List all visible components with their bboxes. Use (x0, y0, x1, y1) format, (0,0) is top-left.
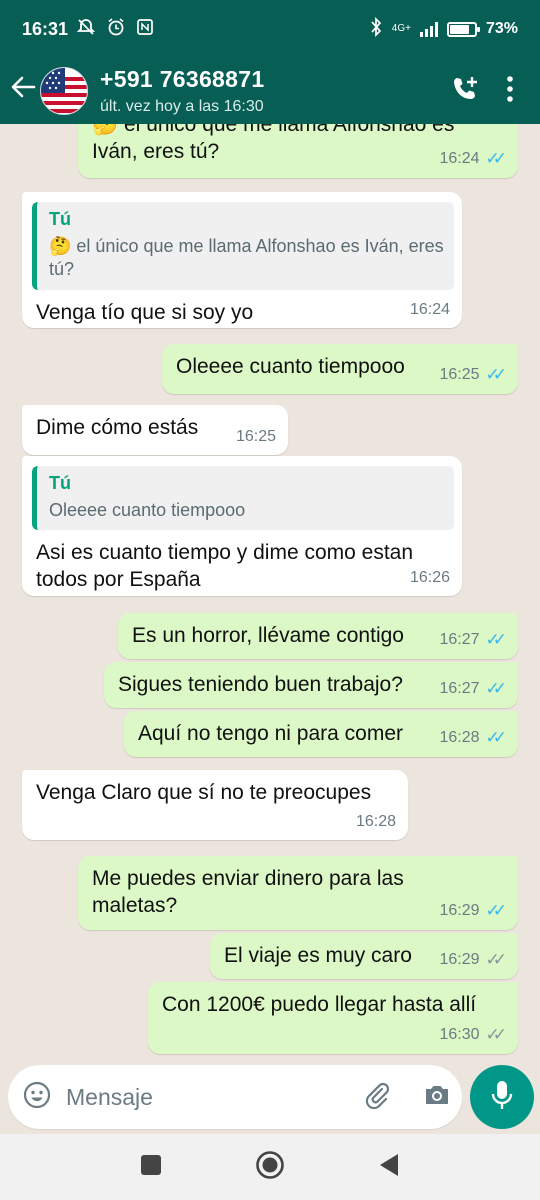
message-text: Asi es cuanto tiempo y dime como estan t… (36, 541, 414, 592)
message-time: 16:26 (409, 568, 450, 586)
message-bubble-in[interactable]: Dime cómo estás 16:25 (22, 405, 288, 455)
contact-name: +591 76368871 (100, 66, 265, 92)
message-bubble-out[interactable]: Aquí no tengo ni para comer 16:28 ✓✓ (124, 711, 518, 757)
delivered-ticks-icon: ✓✓ (485, 950, 507, 970)
status-time: 16:31 (22, 18, 69, 39)
quote-author: Tú (49, 473, 71, 493)
quoted-message[interactable]: Tú Oleeee cuanto tiempooo (32, 466, 454, 531)
quote-text: Oleeee cuanto tiempooo (49, 500, 246, 521)
read-ticks-icon: ✓✓ (485, 630, 507, 650)
bluetooth-icon (369, 16, 383, 42)
home-button[interactable] (255, 1150, 285, 1185)
last-seen: últ. vez hoy a las 16:30 (100, 98, 264, 115)
silent-icon (76, 17, 96, 42)
read-ticks-icon: ✓✓ (485, 149, 507, 169)
read-ticks-icon: ✓✓ (485, 901, 507, 921)
nfc-icon (136, 18, 154, 41)
add-call-icon[interactable] (450, 74, 480, 109)
more-options-icon[interactable] (506, 75, 514, 108)
message-bubble-out[interactable]: 🤔 el único que me llama Alfonshao es Ivá… (78, 124, 518, 178)
alarm-icon (106, 17, 126, 42)
recents-button[interactable] (139, 1153, 163, 1182)
avatar[interactable] (40, 67, 88, 115)
network-type-label: 4G+ (391, 23, 411, 34)
read-ticks-icon: ✓✓ (485, 728, 507, 748)
message-bubble-out[interactable]: Me puedes enviar dinero para las maletas… (78, 856, 518, 930)
message-time: 16:25 (439, 365, 480, 383)
chat-header: +591 76368871 últ. vez hoy a las 16:30 (0, 58, 540, 124)
read-ticks-icon: ✓✓ (485, 679, 507, 699)
message-bubble-out[interactable]: El viaje es muy caro 16:29 ✓✓ (210, 933, 518, 979)
message-input-container[interactable] (8, 1065, 462, 1129)
message-bubble-out[interactable]: Es un horror, llévame contigo 16:27 ✓✓ (118, 613, 518, 659)
message-time: 16:30 (439, 1025, 480, 1043)
message-bubble-out[interactable]: Con 1200€ puedo llegar hasta allí 16:30 … (148, 982, 518, 1054)
mic-icon (490, 1079, 514, 1116)
back-button[interactable] (377, 1152, 401, 1183)
message-composer (0, 1064, 540, 1134)
message-time: 16:27 (439, 679, 480, 697)
battery-percent: 73% (485, 20, 518, 37)
attach-icon[interactable] (362, 1080, 392, 1115)
emoji-icon[interactable] (22, 1080, 52, 1115)
message-time: 16:28 (439, 728, 480, 746)
message-bubble-in[interactable]: Tú 🤔 el único que me llama Alfonshao es … (22, 192, 462, 328)
read-ticks-icon: ✓✓ (485, 365, 507, 385)
message-time: 16:28 (355, 812, 396, 830)
message-time: 16:24 (439, 149, 480, 167)
quote-text: 🤔 el único que me llama Alfonshao es Ivá… (49, 236, 444, 280)
message-time: 16:27 (439, 630, 480, 648)
message-time: 16:29 (439, 950, 480, 968)
message-text: Con 1200€ puedo llegar hasta allí (162, 993, 477, 1016)
contact-info[interactable]: +591 76368871 últ. vez hoy a las 16:30 (100, 66, 264, 116)
message-bubble-out[interactable]: Oleeee cuanto tiempooo 16:25 ✓✓ (162, 344, 518, 394)
message-time: 16:25 (235, 427, 276, 445)
message-text: Venga tío que si soy yo (36, 300, 254, 324)
quoted-message[interactable]: Tú 🤔 el único que me llama Alfonshao es … (32, 202, 454, 290)
status-bar: 16:31 4G+ 73% (0, 0, 540, 58)
message-bubble-in[interactable]: Venga Claro que sí no te preocupes 16:28 (22, 770, 408, 840)
message-time: 16:24 (409, 300, 450, 318)
message-bubble-in[interactable]: Tú Oleeee cuanto tiempooo Asi es cuanto … (22, 456, 462, 596)
quote-author: Tú (49, 209, 71, 229)
voice-message-button[interactable] (470, 1065, 534, 1129)
chat-list[interactable]: 🤔 el único que me llama Alfonshao es Ivá… (0, 124, 540, 1134)
message-time: 16:29 (439, 901, 480, 919)
message-bubble-out[interactable]: Sigues teniendo buen trabajo? 16:27 ✓✓ (104, 662, 518, 708)
top-bar: 16:31 4G+ 73% +591 76368871 últ. vez hoy… (0, 0, 540, 124)
system-nav-bar (0, 1134, 540, 1200)
message-input[interactable] (66, 1083, 362, 1111)
message-text: Venga Claro que sí no te preocupes (36, 781, 372, 804)
signal-icon (419, 21, 438, 37)
delivered-ticks-icon: ✓✓ (485, 1025, 507, 1045)
back-arrow-icon[interactable] (8, 74, 38, 108)
battery-icon (446, 21, 480, 37)
camera-icon[interactable] (422, 1081, 452, 1114)
